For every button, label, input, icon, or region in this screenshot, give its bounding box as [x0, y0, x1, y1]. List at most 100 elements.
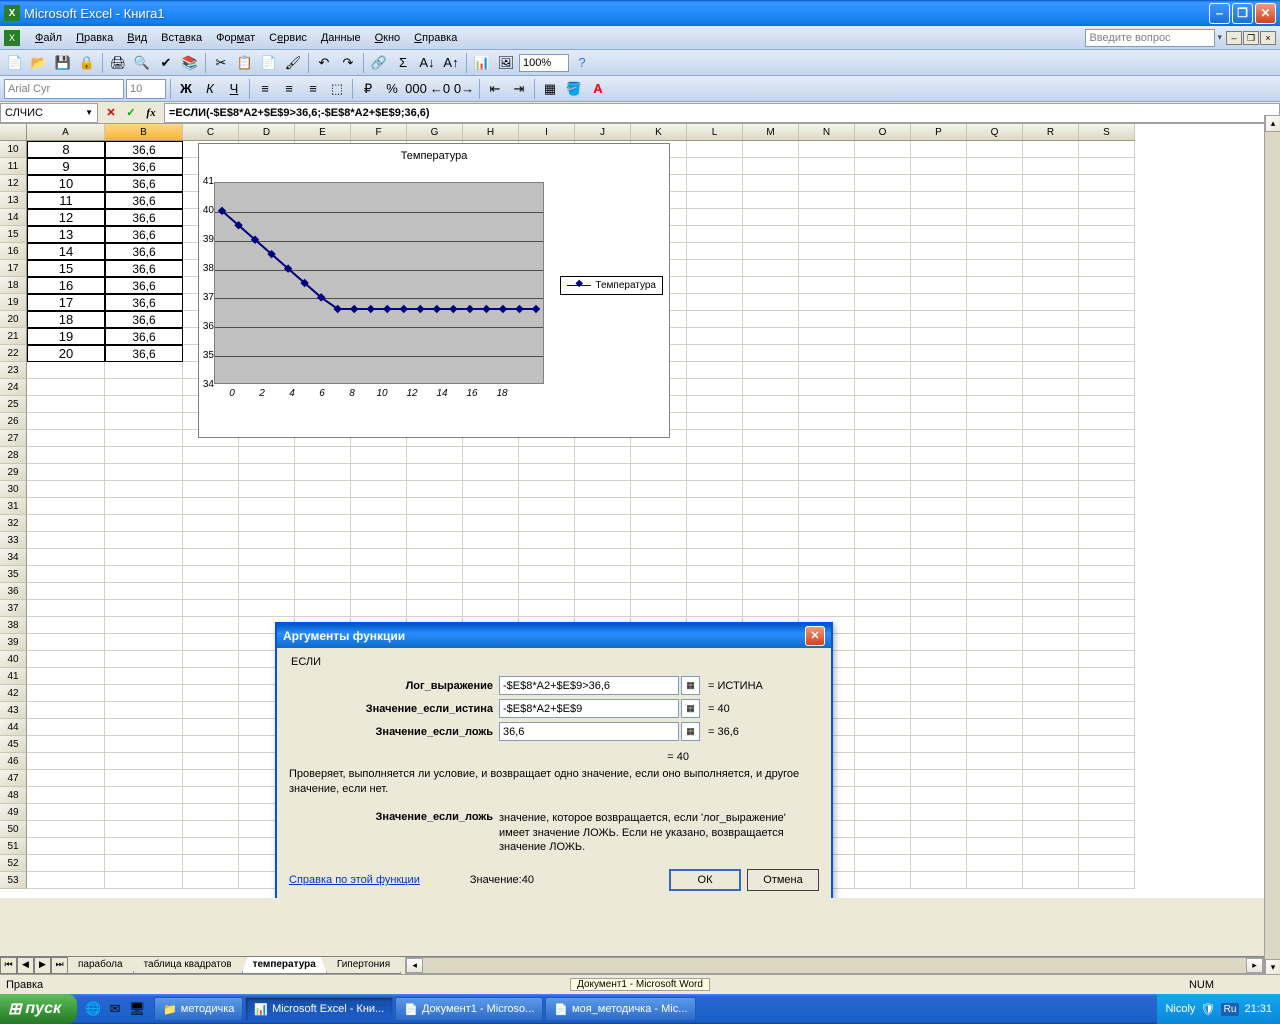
cell[interactable]	[519, 498, 575, 515]
task-excel[interactable]: 📊 Microsoft Excel - Кни...	[245, 997, 393, 1021]
cell[interactable]	[463, 515, 519, 532]
cell[interactable]	[1079, 362, 1135, 379]
cell[interactable]	[105, 481, 183, 498]
cell[interactable]	[687, 566, 743, 583]
arg3-input[interactable]	[499, 722, 679, 741]
cell[interactable]	[743, 311, 799, 328]
task-folder[interactable]: 📁 методичка	[154, 997, 243, 1021]
col-header-A[interactable]: A	[27, 124, 105, 140]
cell[interactable]	[911, 872, 967, 889]
cell[interactable]	[519, 532, 575, 549]
doc-minimize-button[interactable]: ‒	[1226, 31, 1242, 45]
preview-icon[interactable]: 🔍	[131, 52, 153, 74]
cell[interactable]	[1023, 379, 1079, 396]
cell[interactable]	[105, 719, 183, 736]
chart-icon[interactable]: 📊	[471, 52, 493, 74]
cell[interactable]	[911, 362, 967, 379]
cell[interactable]	[27, 770, 105, 787]
inc-indent-icon[interactable]: ⇥	[508, 78, 530, 100]
cell[interactable]	[351, 447, 407, 464]
cell[interactable]	[687, 583, 743, 600]
cell[interactable]	[463, 447, 519, 464]
cell[interactable]	[631, 498, 687, 515]
cell[interactable]	[519, 549, 575, 566]
cell[interactable]: 36,6	[105, 209, 183, 226]
task-word-1[interactable]: 📄 Документ1 - Microso...	[395, 997, 543, 1021]
cell[interactable]	[687, 362, 743, 379]
cell[interactable]	[407, 583, 463, 600]
start-button[interactable]: ⊞пуск	[0, 994, 77, 1024]
cell[interactable]	[519, 583, 575, 600]
cell[interactable]	[855, 192, 911, 209]
cell[interactable]	[183, 736, 239, 753]
cell[interactable]	[27, 379, 105, 396]
cell[interactable]	[1079, 243, 1135, 260]
cell[interactable]	[1079, 345, 1135, 362]
cell[interactable]	[519, 447, 575, 464]
language-indicator[interactable]: Ru	[1221, 1003, 1240, 1016]
cell[interactable]	[911, 464, 967, 481]
cell[interactable]	[1079, 430, 1135, 447]
ref-edit-icon[interactable]: ▦	[681, 722, 700, 741]
cell[interactable]	[743, 209, 799, 226]
cell[interactable]	[911, 804, 967, 821]
col-header-B[interactable]: B	[105, 124, 183, 140]
cell[interactable]	[575, 566, 631, 583]
formula-input[interactable]: =ЕСЛИ(-$E$8*A2+$E$9>36,6;-$E$8*A2+$E$9;3…	[164, 103, 1280, 123]
embedded-chart[interactable]: Температура 4140393837363534 02468101214…	[198, 143, 670, 438]
menu-file[interactable]: ФФайлайл	[28, 30, 69, 46]
cell[interactable]	[1023, 787, 1079, 804]
cell[interactable]	[743, 481, 799, 498]
cell[interactable]	[855, 634, 911, 651]
cell[interactable]	[967, 498, 1023, 515]
cell[interactable]	[911, 430, 967, 447]
cell[interactable]	[183, 855, 239, 872]
ref-edit-icon[interactable]: ▦	[681, 676, 700, 695]
cell[interactable]	[1079, 532, 1135, 549]
cell[interactable]	[239, 498, 295, 515]
row-header-14[interactable]: 14	[0, 209, 27, 226]
row-header-34[interactable]: 34	[0, 549, 27, 566]
cell[interactable]	[239, 532, 295, 549]
cell[interactable]	[519, 515, 575, 532]
cell[interactable]	[407, 498, 463, 515]
cell[interactable]	[1023, 702, 1079, 719]
cell[interactable]	[407, 464, 463, 481]
col-header-H[interactable]: H	[463, 124, 519, 140]
cell[interactable]	[295, 583, 351, 600]
cell[interactable]	[27, 736, 105, 753]
cell[interactable]	[105, 413, 183, 430]
row-header-53[interactable]: 53	[0, 872, 27, 889]
cell[interactable]	[27, 702, 105, 719]
cell[interactable]	[799, 481, 855, 498]
cell[interactable]	[1079, 141, 1135, 158]
cell[interactable]	[967, 430, 1023, 447]
cell[interactable]	[799, 447, 855, 464]
dec-decimal-icon[interactable]: 0→	[453, 78, 475, 100]
cell[interactable]	[687, 379, 743, 396]
cell[interactable]	[687, 209, 743, 226]
cell[interactable]	[743, 243, 799, 260]
cell[interactable]	[183, 481, 239, 498]
cell[interactable]	[1023, 600, 1079, 617]
row-header-37[interactable]: 37	[0, 600, 27, 617]
cell[interactable]	[1023, 770, 1079, 787]
inc-decimal-icon[interactable]: ←0	[429, 78, 451, 100]
cell[interactable]	[967, 362, 1023, 379]
row-header-52[interactable]: 52	[0, 855, 27, 872]
row-header-41[interactable]: 41	[0, 668, 27, 685]
print-icon[interactable]: 🖨	[107, 52, 129, 74]
cell[interactable]	[687, 260, 743, 277]
cell[interactable]	[105, 872, 183, 889]
col-header-C[interactable]: C	[183, 124, 239, 140]
col-header-N[interactable]: N	[799, 124, 855, 140]
cell[interactable]	[967, 311, 1023, 328]
cell[interactable]	[183, 838, 239, 855]
cell[interactable]	[1023, 821, 1079, 838]
cell[interactable]	[743, 192, 799, 209]
cell[interactable]	[967, 566, 1023, 583]
cell[interactable]	[351, 532, 407, 549]
cell[interactable]	[1079, 685, 1135, 702]
cell[interactable]	[105, 515, 183, 532]
cell[interactable]	[575, 583, 631, 600]
